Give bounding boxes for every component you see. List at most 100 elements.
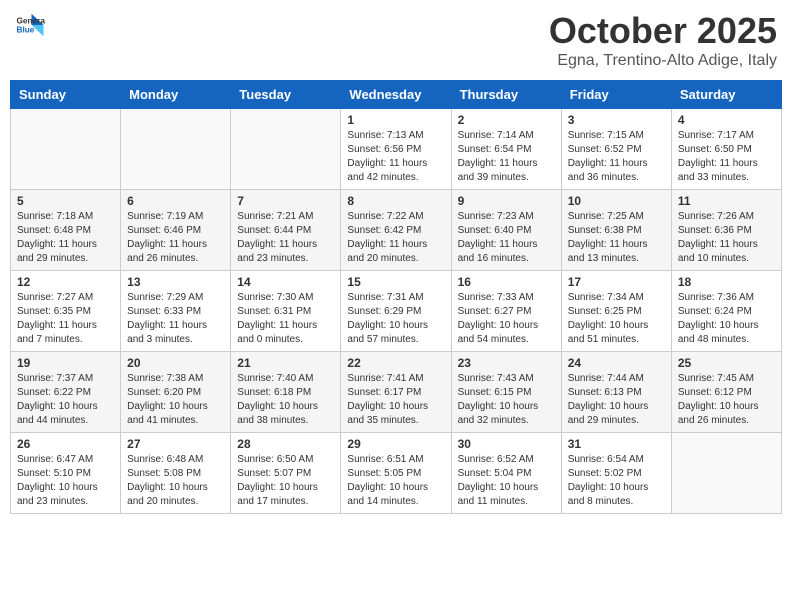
day-info: Sunrise: 7:23 AMSunset: 6:40 PMDaylight:…: [458, 210, 555, 266]
day-of-week-header: Friday: [561, 81, 671, 109]
day-info: Sunrise: 7:19 AMSunset: 6:46 PMDaylight:…: [127, 210, 224, 266]
day-info: Sunrise: 7:15 AMSunset: 6:52 PMDaylight:…: [568, 129, 665, 185]
calendar-cell: 23 Sunrise: 7:43 AMSunset: 6:15 PMDayligh…: [451, 352, 561, 433]
day-info: Sunrise: 7:21 AMSunset: 6:44 PMDaylight:…: [237, 210, 334, 266]
day-of-week-header: Monday: [121, 81, 231, 109]
svg-text:General: General: [17, 17, 46, 26]
calendar-cell: 16 Sunrise: 7:33 AMSunset: 6:27 PMDayligh…: [451, 271, 561, 352]
calendar-cell: 17Sunrise: 7:34 AMSunset: 6:25 PMDayligh…: [561, 271, 671, 352]
day-number: 15: [347, 275, 444, 289]
svg-text:Blue: Blue: [17, 26, 35, 35]
day-number: 1: [347, 113, 444, 127]
calendar-cell: 25Sunrise: 7:45 AMSunset: 6:12 PMDayligh…: [671, 352, 781, 433]
day-number: 2: [458, 113, 555, 127]
calendar-cell: 2 Sunrise: 7:14 AMSunset: 6:54 PMDaylight…: [451, 109, 561, 190]
day-info: Sunrise: 7:29 AMSunset: 6:33 PMDaylight:…: [127, 291, 224, 347]
calendar-table: SundayMondayTuesdayWednesdayThursdayFrid…: [10, 80, 782, 514]
calendar-cell: 19 Sunrise: 7:37 AMSunset: 6:22 PMDayligh…: [11, 352, 121, 433]
day-number: 22: [347, 356, 444, 370]
day-info: Sunrise: 7:31 AMSunset: 6:29 PMDaylight:…: [347, 291, 444, 347]
calendar-cell: [671, 433, 781, 514]
calendar-week-row: 12Sunrise: 7:27 AMSunset: 6:35 PMDayligh…: [11, 271, 782, 352]
day-number: 20: [127, 356, 224, 370]
day-info: Sunrise: 7:30 AMSunset: 6:31 PMDaylight:…: [237, 291, 334, 347]
month-title: October 2025: [549, 10, 777, 52]
calendar-cell: 3Sunrise: 7:15 AMSunset: 6:52 PMDaylight…: [561, 109, 671, 190]
calendar-cell: 28Sunrise: 6:50 AMSunset: 5:07 PMDayligh…: [231, 433, 341, 514]
day-number: 12: [17, 275, 114, 289]
day-number: 4: [678, 113, 775, 127]
day-number: 6: [127, 194, 224, 208]
day-info: Sunrise: 7:37 AMSunset: 6:22 PMDaylight:…: [17, 372, 114, 428]
calendar-cell: 24 Sunrise: 7:44 AMSunset: 6:13 PMDayligh…: [561, 352, 671, 433]
day-number: 31: [568, 437, 665, 451]
calendar-cell: 10 Sunrise: 7:25 AMSunset: 6:38 PMDayligh…: [561, 190, 671, 271]
day-info: Sunrise: 6:51 AMSunset: 5:05 PMDaylight:…: [347, 453, 444, 509]
day-number: 26: [17, 437, 114, 451]
day-info: Sunrise: 7:26 AMSunset: 6:36 PMDaylight:…: [678, 210, 775, 266]
calendar-cell: 14Sunrise: 7:30 AMSunset: 6:31 PMDayligh…: [231, 271, 341, 352]
day-of-week-header: Thursday: [451, 81, 561, 109]
day-info: Sunrise: 7:44 AMSunset: 6:13 PMDaylight:…: [568, 372, 665, 428]
day-number: 18: [678, 275, 775, 289]
day-of-week-header: Sunday: [11, 81, 121, 109]
calendar-cell: 29Sunrise: 6:51 AMSunset: 5:05 PMDayligh…: [341, 433, 451, 514]
calendar-cell: 9 Sunrise: 7:23 AMSunset: 6:40 PMDaylight…: [451, 190, 561, 271]
calendar-cell: 26Sunrise: 6:47 AMSunset: 5:10 PMDayligh…: [11, 433, 121, 514]
calendar-cell: 12Sunrise: 7:27 AMSunset: 6:35 PMDayligh…: [11, 271, 121, 352]
calendar-cell: 11 Sunrise: 7:26 AMSunset: 6:36 PMDayligh…: [671, 190, 781, 271]
calendar-cell: 31 Sunrise: 6:54 AMSunset: 5:02 PMDayligh…: [561, 433, 671, 514]
day-info: Sunrise: 6:52 AMSunset: 5:04 PMDaylight:…: [458, 453, 555, 509]
day-number: 27: [127, 437, 224, 451]
day-info: Sunrise: 7:33 AMSunset: 6:27 PMDaylight:…: [458, 291, 555, 347]
calendar-cell: 18Sunrise: 7:36 AMSunset: 6:24 PMDayligh…: [671, 271, 781, 352]
logo-icon: General Blue: [15, 10, 45, 40]
day-number: 9: [458, 194, 555, 208]
day-number: 25: [678, 356, 775, 370]
day-info: Sunrise: 7:34 AMSunset: 6:25 PMDaylight:…: [568, 291, 665, 347]
day-info: Sunrise: 7:25 AMSunset: 6:38 PMDaylight:…: [568, 210, 665, 266]
calendar-cell: 6 Sunrise: 7:19 AMSunset: 6:46 PMDaylight…: [121, 190, 231, 271]
day-info: Sunrise: 7:18 AMSunset: 6:48 PMDaylight:…: [17, 210, 114, 266]
day-number: 30: [458, 437, 555, 451]
day-number: 16: [458, 275, 555, 289]
day-number: 10: [568, 194, 665, 208]
location: Egna, Trentino-Alto Adige, Italy: [549, 52, 777, 70]
day-of-week-header: Tuesday: [231, 81, 341, 109]
day-info: Sunrise: 7:14 AMSunset: 6:54 PMDaylight:…: [458, 129, 555, 185]
calendar-cell: 8 Sunrise: 7:22 AMSunset: 6:42 PMDaylight…: [341, 190, 451, 271]
day-number: 8: [347, 194, 444, 208]
calendar-cell: [11, 109, 121, 190]
day-info: Sunrise: 7:13 AMSunset: 6:56 PMDaylight:…: [347, 129, 444, 185]
calendar-cell: 1 Sunrise: 7:13 AMSunset: 6:56 PMDaylight…: [341, 109, 451, 190]
calendar-week-row: 26Sunrise: 6:47 AMSunset: 5:10 PMDayligh…: [11, 433, 782, 514]
calendar-week-row: 5Sunrise: 7:18 AMSunset: 6:48 PMDaylight…: [11, 190, 782, 271]
day-number: 21: [237, 356, 334, 370]
day-info: Sunrise: 7:17 AMSunset: 6:50 PMDaylight:…: [678, 129, 775, 185]
day-number: 24: [568, 356, 665, 370]
day-number: 28: [237, 437, 334, 451]
day-number: 19: [17, 356, 114, 370]
calendar-cell: 4 Sunrise: 7:17 AMSunset: 6:50 PMDaylight…: [671, 109, 781, 190]
day-info: Sunrise: 6:54 AMSunset: 5:02 PMDaylight:…: [568, 453, 665, 509]
day-number: 23: [458, 356, 555, 370]
calendar-cell: 30 Sunrise: 6:52 AMSunset: 5:04 PMDayligh…: [451, 433, 561, 514]
calendar-header-row: SundayMondayTuesdayWednesdayThursdayFrid…: [11, 81, 782, 109]
calendar-week-row: 1 Sunrise: 7:13 AMSunset: 6:56 PMDaylight…: [11, 109, 782, 190]
day-number: 11: [678, 194, 775, 208]
day-of-week-header: Wednesday: [341, 81, 451, 109]
calendar-cell: 21Sunrise: 7:40 AMSunset: 6:18 PMDayligh…: [231, 352, 341, 433]
page-header: General Blue October 2025 Egna, Trentino…: [10, 10, 782, 70]
day-number: 13: [127, 275, 224, 289]
day-info: Sunrise: 7:43 AMSunset: 6:15 PMDaylight:…: [458, 372, 555, 428]
calendar-cell: 22Sunrise: 7:41 AMSunset: 6:17 PMDayligh…: [341, 352, 451, 433]
day-of-week-header: Saturday: [671, 81, 781, 109]
title-block: October 2025 Egna, Trentino-Alto Adige, …: [549, 10, 777, 70]
calendar-cell: 27Sunrise: 6:48 AMSunset: 5:08 PMDayligh…: [121, 433, 231, 514]
day-number: 7: [237, 194, 334, 208]
calendar-cell: [231, 109, 341, 190]
day-info: Sunrise: 7:38 AMSunset: 6:20 PMDaylight:…: [127, 372, 224, 428]
calendar-cell: 13 Sunrise: 7:29 AMSunset: 6:33 PMDayligh…: [121, 271, 231, 352]
calendar-week-row: 19 Sunrise: 7:37 AMSunset: 6:22 PMDayligh…: [11, 352, 782, 433]
day-info: Sunrise: 7:22 AMSunset: 6:42 PMDaylight:…: [347, 210, 444, 266]
